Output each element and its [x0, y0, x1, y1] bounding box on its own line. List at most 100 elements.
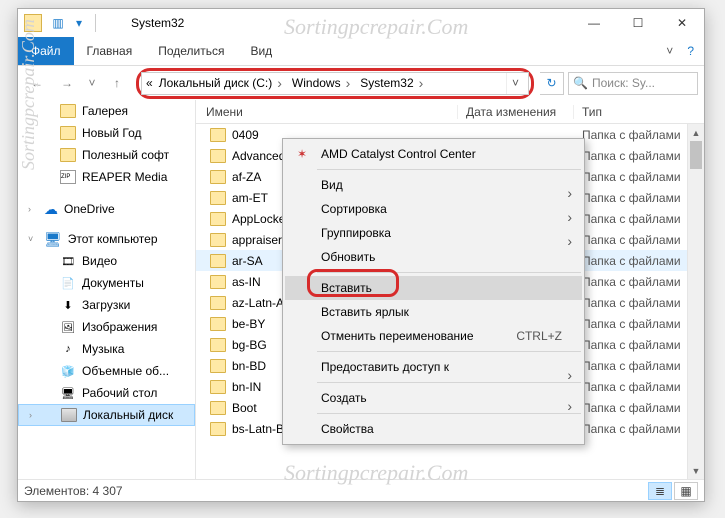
nav-item[interactable]: ›Локальный диск — [18, 404, 195, 426]
qat-btn[interactable]: ▾ — [70, 14, 88, 32]
scroll-up-icon[interactable]: ▲ — [688, 124, 704, 141]
back-button[interactable]: ← — [24, 70, 50, 96]
tab-share[interactable]: Поделиться — [145, 37, 237, 65]
file-name: bn-IN — [232, 380, 261, 394]
nav-item[interactable]: ˅🖥Этот компьютер — [18, 228, 195, 250]
refresh-button[interactable]: ↻ — [540, 72, 564, 95]
up-button[interactable]: ↑ — [104, 70, 130, 96]
search-input[interactable]: 🔍 Поиск: Sy... — [568, 72, 698, 95]
help-icon[interactable]: ? — [687, 44, 694, 58]
chevron-right-icon[interactable] — [277, 75, 282, 91]
nav-label: Видео — [82, 254, 117, 268]
file-type: Папка с файлами — [574, 191, 704, 205]
file-type: Папка с файлами — [574, 296, 704, 310]
address-bar[interactable]: « Локальный диск (C:) Windows System32 ˅ — [141, 72, 529, 95]
nav-item[interactable]: 📄Документы — [18, 272, 195, 294]
nav-label: Документы — [82, 276, 144, 290]
nav-item[interactable]: 🖥Рабочий стол — [18, 382, 195, 404]
ctx-undo-rename[interactable]: Отменить переименованиеCTRL+Z — [285, 324, 582, 348]
nav-label: Загрузки — [82, 298, 130, 312]
chevron-right-icon[interactable] — [346, 75, 351, 91]
folder-icon — [210, 401, 226, 415]
chevron-right-icon[interactable] — [419, 75, 424, 91]
ctx-amd[interactable]: ✶ AMD Catalyst Control Center — [285, 142, 582, 166]
col-name[interactable]: Имени — [196, 105, 458, 119]
search-icon: 🔍 — [573, 76, 588, 90]
scrollbar[interactable]: ▲ ▼ — [687, 124, 704, 479]
address-highlight: « Локальный диск (C:) Windows System32 ˅ — [136, 68, 534, 99]
crumb-prefix: « — [146, 76, 153, 90]
nav-label: Музыка — [82, 342, 124, 356]
ctx-group[interactable]: Группировка — [285, 221, 582, 245]
file-type: Папка с файлами — [574, 422, 704, 436]
nav-label: Изображения — [82, 320, 157, 334]
history-button[interactable]: ˅ — [84, 70, 100, 96]
file-name: as-IN — [232, 275, 261, 289]
scroll-thumb[interactable] — [690, 141, 702, 169]
ribbon-expand-icon[interactable]: ˅ — [666, 44, 673, 58]
crumb-windows[interactable]: Windows — [288, 75, 354, 91]
forward-button[interactable]: → — [54, 70, 80, 96]
address-dropdown[interactable]: ˅ — [506, 73, 524, 94]
expand-icon[interactable]: › — [28, 204, 31, 214]
nav-item[interactable]: ♪Музыка — [18, 338, 195, 360]
expand-icon[interactable]: ˅ — [28, 234, 33, 244]
ctx-refresh[interactable]: Обновить — [285, 245, 582, 269]
context-menu: ✶ AMD Catalyst Control Center Вид Сортир… — [282, 138, 585, 445]
folder-icon — [210, 422, 226, 436]
col-type[interactable]: Тип — [574, 105, 704, 119]
close-button[interactable]: ✕ — [660, 9, 704, 37]
file-name: Boot — [232, 401, 257, 415]
file-name: AdvancedI — [232, 149, 289, 163]
column-headers[interactable]: Имени Дата изменения Тип — [196, 100, 704, 124]
nav-item[interactable]: Галерея — [18, 100, 195, 122]
ctx-view[interactable]: Вид — [285, 173, 582, 197]
nav-item[interactable]: 🎞Видео — [18, 250, 195, 272]
file-type: Папка с файлами — [574, 338, 704, 352]
ctx-create[interactable]: Создать — [285, 386, 582, 410]
details-view-button[interactable]: ≣ — [648, 482, 672, 500]
folder-icon — [210, 191, 226, 205]
window-title: System32 — [131, 16, 184, 30]
nav-label: Рабочий стол — [82, 386, 157, 400]
folder-icon — [210, 275, 226, 289]
nav-item[interactable]: 🖼Изображения — [18, 316, 195, 338]
amd-icon: ✶ — [293, 147, 311, 161]
folder-icon — [210, 170, 226, 184]
folder-icon — [210, 296, 226, 310]
nav-item[interactable]: REAPER Media — [18, 166, 195, 188]
ctx-paste-shortcut[interactable]: Вставить ярлык — [285, 300, 582, 324]
nav-item[interactable]: ›☁OneDrive — [18, 198, 195, 220]
tab-file[interactable]: Файл — [18, 37, 74, 65]
expand-icon[interactable]: › — [29, 410, 32, 420]
tab-home[interactable]: Главная — [74, 37, 146, 65]
file-type: Папка с файлами — [574, 254, 704, 268]
minimize-button[interactable]: — — [572, 9, 616, 37]
folder-icon — [210, 359, 226, 373]
search-placeholder: Поиск: Sy... — [592, 76, 655, 90]
ctx-sort[interactable]: Сортировка — [285, 197, 582, 221]
navigation-pane[interactable]: ГалереяНовый ГодПолезный софтREAPER Medi… — [18, 100, 196, 479]
ctx-properties[interactable]: Свойства — [285, 417, 582, 441]
nav-item[interactable]: 🧊Объемные об... — [18, 360, 195, 382]
file-name: ar-SA — [232, 254, 263, 268]
folder-icon — [24, 14, 42, 32]
crumb-drive[interactable]: Локальный диск (C:) — [155, 75, 286, 91]
scroll-down-icon[interactable]: ▼ — [688, 462, 704, 479]
ctx-grant-access[interactable]: Предоставить доступ к — [285, 355, 582, 379]
file-type: Папка с файлами — [574, 359, 704, 373]
titlebar: ▥ ▾ System32 — ☐ ✕ — [18, 9, 704, 37]
col-date[interactable]: Дата изменения — [458, 105, 574, 119]
nav-item[interactable]: ⬇Загрузки — [18, 294, 195, 316]
tab-view[interactable]: Вид — [237, 37, 285, 65]
item-count: Элементов: 4 307 — [24, 484, 123, 498]
folder-icon — [210, 149, 226, 163]
crumb-system32[interactable]: System32 — [356, 75, 427, 91]
qat-btn[interactable]: ▥ — [49, 14, 67, 32]
file-name: appraiser — [232, 233, 282, 247]
maximize-button[interactable]: ☐ — [616, 9, 660, 37]
nav-item[interactable]: Новый Год — [18, 122, 195, 144]
nav-item[interactable]: Полезный софт — [18, 144, 195, 166]
nav-label: Этот компьютер — [68, 232, 158, 246]
icons-view-button[interactable]: ▦ — [674, 482, 698, 500]
